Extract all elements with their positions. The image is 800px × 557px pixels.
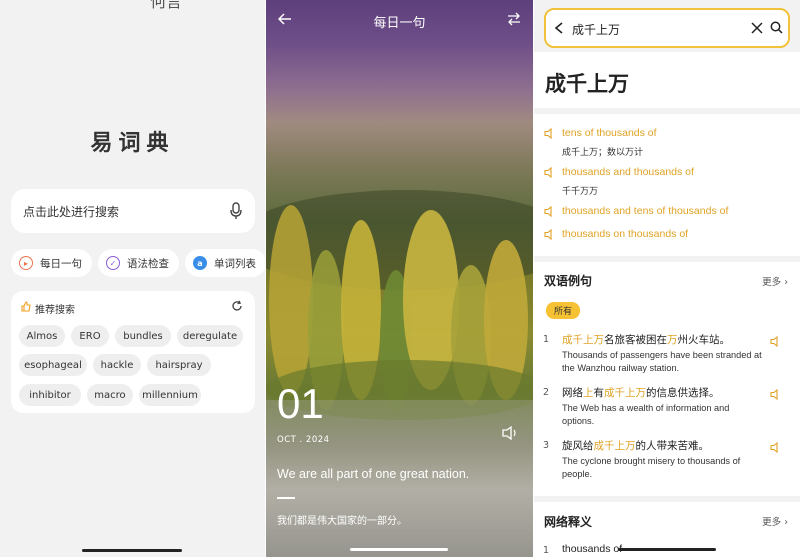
recommend-tag[interactable]: inhibitor xyxy=(19,384,81,406)
recommend-tag[interactable]: Almos xyxy=(19,325,65,347)
sentence-text: 的人带来苦难。 xyxy=(635,440,710,452)
highlighted-keyword: 成千上万 xyxy=(562,334,604,346)
bilingual-examples-card: 双语例句 更多 › 所有 1 成千上万名旅客被困在万州火车站。 Thousand… xyxy=(534,262,800,496)
search-query: 成千上万 xyxy=(572,23,621,37)
sentence-text: 网络 xyxy=(562,387,583,399)
highlighted-keyword: 成千上万 xyxy=(593,440,636,452)
speaker-icon[interactable] xyxy=(544,128,556,139)
word-list-icon: a xyxy=(193,256,207,270)
examples-title: 双语例句 xyxy=(544,274,593,288)
example-chinese: 网络上有成千上万的信息供选择。 xyxy=(562,385,720,400)
daily-sentence-label: 每日一句 xyxy=(40,257,82,270)
definition-english[interactable]: thousands and thousands of xyxy=(562,166,694,178)
search-placeholder: 点击此处进行搜索 xyxy=(23,205,120,219)
recommended-search-title: 推荐搜索 xyxy=(35,305,75,316)
definition-english[interactable]: thousands and tens of thousands of xyxy=(562,205,728,217)
word-list-button[interactable]: a 单词列表 xyxy=(185,249,265,277)
recommend-tag[interactable]: deregulate xyxy=(177,325,243,347)
microphone-icon[interactable] xyxy=(229,202,243,220)
recommended-search-card: 推荐搜索 Almos ERO bundles deregulate esopha… xyxy=(11,291,255,413)
highlighted-keyword: 万 xyxy=(667,334,678,346)
highlighted-keyword: 上 xyxy=(583,387,594,399)
speaker-icon[interactable] xyxy=(770,442,782,453)
home-indicator[interactable] xyxy=(350,548,448,551)
example-chinese: 成千上万名旅客被困在万州火车站。 xyxy=(562,332,730,347)
filter-all-badge[interactable]: 所有 xyxy=(546,302,581,319)
search-result-screen: 成千上万 成千上万 tens of thousands of 成千上万；数以万计… xyxy=(534,0,800,557)
recommend-tag[interactable]: macro xyxy=(87,384,133,406)
example-english: The cyclone brought misery to thousands … xyxy=(562,456,741,479)
chevron-right-icon: › xyxy=(784,517,788,528)
grammar-check-button[interactable]: ✓ 语法检查 xyxy=(98,249,179,277)
example-number: 3 xyxy=(543,440,550,451)
network-title: 网络释义 xyxy=(544,515,593,529)
speaker-icon[interactable] xyxy=(544,229,556,240)
speaker-icon[interactable] xyxy=(770,389,782,400)
speaker-icon[interactable] xyxy=(770,336,782,347)
switch-icon[interactable] xyxy=(507,12,521,26)
speaker-icon[interactable] xyxy=(501,425,519,441)
home-indicator[interactable] xyxy=(82,549,182,552)
search-input[interactable]: 成千上万 xyxy=(544,8,790,48)
definition-chinese: 千千万万 xyxy=(562,187,599,197)
search-icon[interactable] xyxy=(770,21,783,34)
daily-sentence-button[interactable]: ▸ 每日一句 xyxy=(11,249,92,277)
daily-sentence-icon: ▸ xyxy=(19,256,33,270)
daily-sentence-screen: 每日一句 01 OCT . 2024 We are all part of on… xyxy=(266,0,533,557)
home-screen: 何言 易词典 点击此处进行搜索 ▸ 每日一句 ✓ 语法检查 a 单词列表 推荐搜… xyxy=(0,0,265,557)
recommend-tag[interactable]: esophageal xyxy=(19,354,87,376)
grammar-check-label: 语法检查 xyxy=(127,257,169,270)
sentence-text: 名旅客被困在 xyxy=(604,334,667,346)
more-label: 更多 xyxy=(762,517,782,528)
speaker-icon[interactable] xyxy=(544,206,556,217)
recommend-tag[interactable]: ERO xyxy=(71,325,109,347)
back-chevron-icon[interactable] xyxy=(554,22,564,34)
definition-chinese: 成千上万；数以万计 xyxy=(562,148,644,158)
app-title: 易词典 xyxy=(90,131,175,156)
top-cut-text: 何言 xyxy=(150,0,183,11)
grammar-check-icon: ✓ xyxy=(106,256,120,270)
refresh-icon[interactable] xyxy=(231,300,243,312)
recommend-tag[interactable]: bundles xyxy=(115,325,171,347)
headword: 成千上万 xyxy=(545,72,629,96)
example-english: Thousands of passengers have been strand… xyxy=(562,350,762,373)
thumbs-up-icon xyxy=(21,301,31,312)
word-list-label: 单词列表 xyxy=(214,257,256,270)
headword-card: 成千上万 xyxy=(534,52,800,108)
quote-english: We are all part of one great nation. xyxy=(277,467,470,481)
sentence-text: 州火车站。 xyxy=(677,334,731,346)
quote-chinese: 我们都是伟大国家的一部分。 xyxy=(277,516,407,527)
recommend-tag[interactable]: millennium xyxy=(139,384,201,406)
sentence-text: 有 xyxy=(593,387,605,399)
date-month-year: OCT . 2024 xyxy=(277,435,330,445)
divider xyxy=(277,497,295,499)
daily-sentence-title: 每日一句 xyxy=(373,16,426,31)
highlighted-keyword: 成千上万 xyxy=(604,387,646,399)
definitions-card: tens of thousands of 成千上万；数以万计 thousands… xyxy=(534,114,800,256)
chevron-right-icon: › xyxy=(784,277,788,288)
clear-icon[interactable] xyxy=(751,22,763,34)
recommend-tag[interactable]: hackle xyxy=(93,354,141,376)
recommend-tag[interactable]: hairspray xyxy=(147,354,211,376)
network-more-link[interactable]: 更多 › xyxy=(762,514,788,528)
example-number: 1 xyxy=(543,334,550,345)
network-item-text[interactable]: thousands of xyxy=(562,543,622,555)
example-number: 2 xyxy=(543,387,550,398)
sentence-text: 旋风给 xyxy=(562,440,594,452)
speaker-icon[interactable] xyxy=(544,167,556,178)
definition-english[interactable]: tens of thousands of xyxy=(562,127,657,139)
example-english: The Web has a wealth of information and … xyxy=(562,403,730,426)
date-day: 01 xyxy=(277,380,324,427)
search-input[interactable]: 点击此处进行搜索 xyxy=(11,189,255,233)
more-label: 更多 xyxy=(762,277,782,288)
definition-english[interactable]: thousands on thousands of xyxy=(562,228,688,240)
network-item-number: 1 xyxy=(543,545,550,556)
example-chinese: 旋风给成千上万的人带来苦难。 xyxy=(562,438,709,453)
sentence-text: 的信息供选择。 xyxy=(646,387,720,399)
home-indicator[interactable] xyxy=(618,548,716,551)
examples-more-link[interactable]: 更多 › xyxy=(762,274,788,288)
